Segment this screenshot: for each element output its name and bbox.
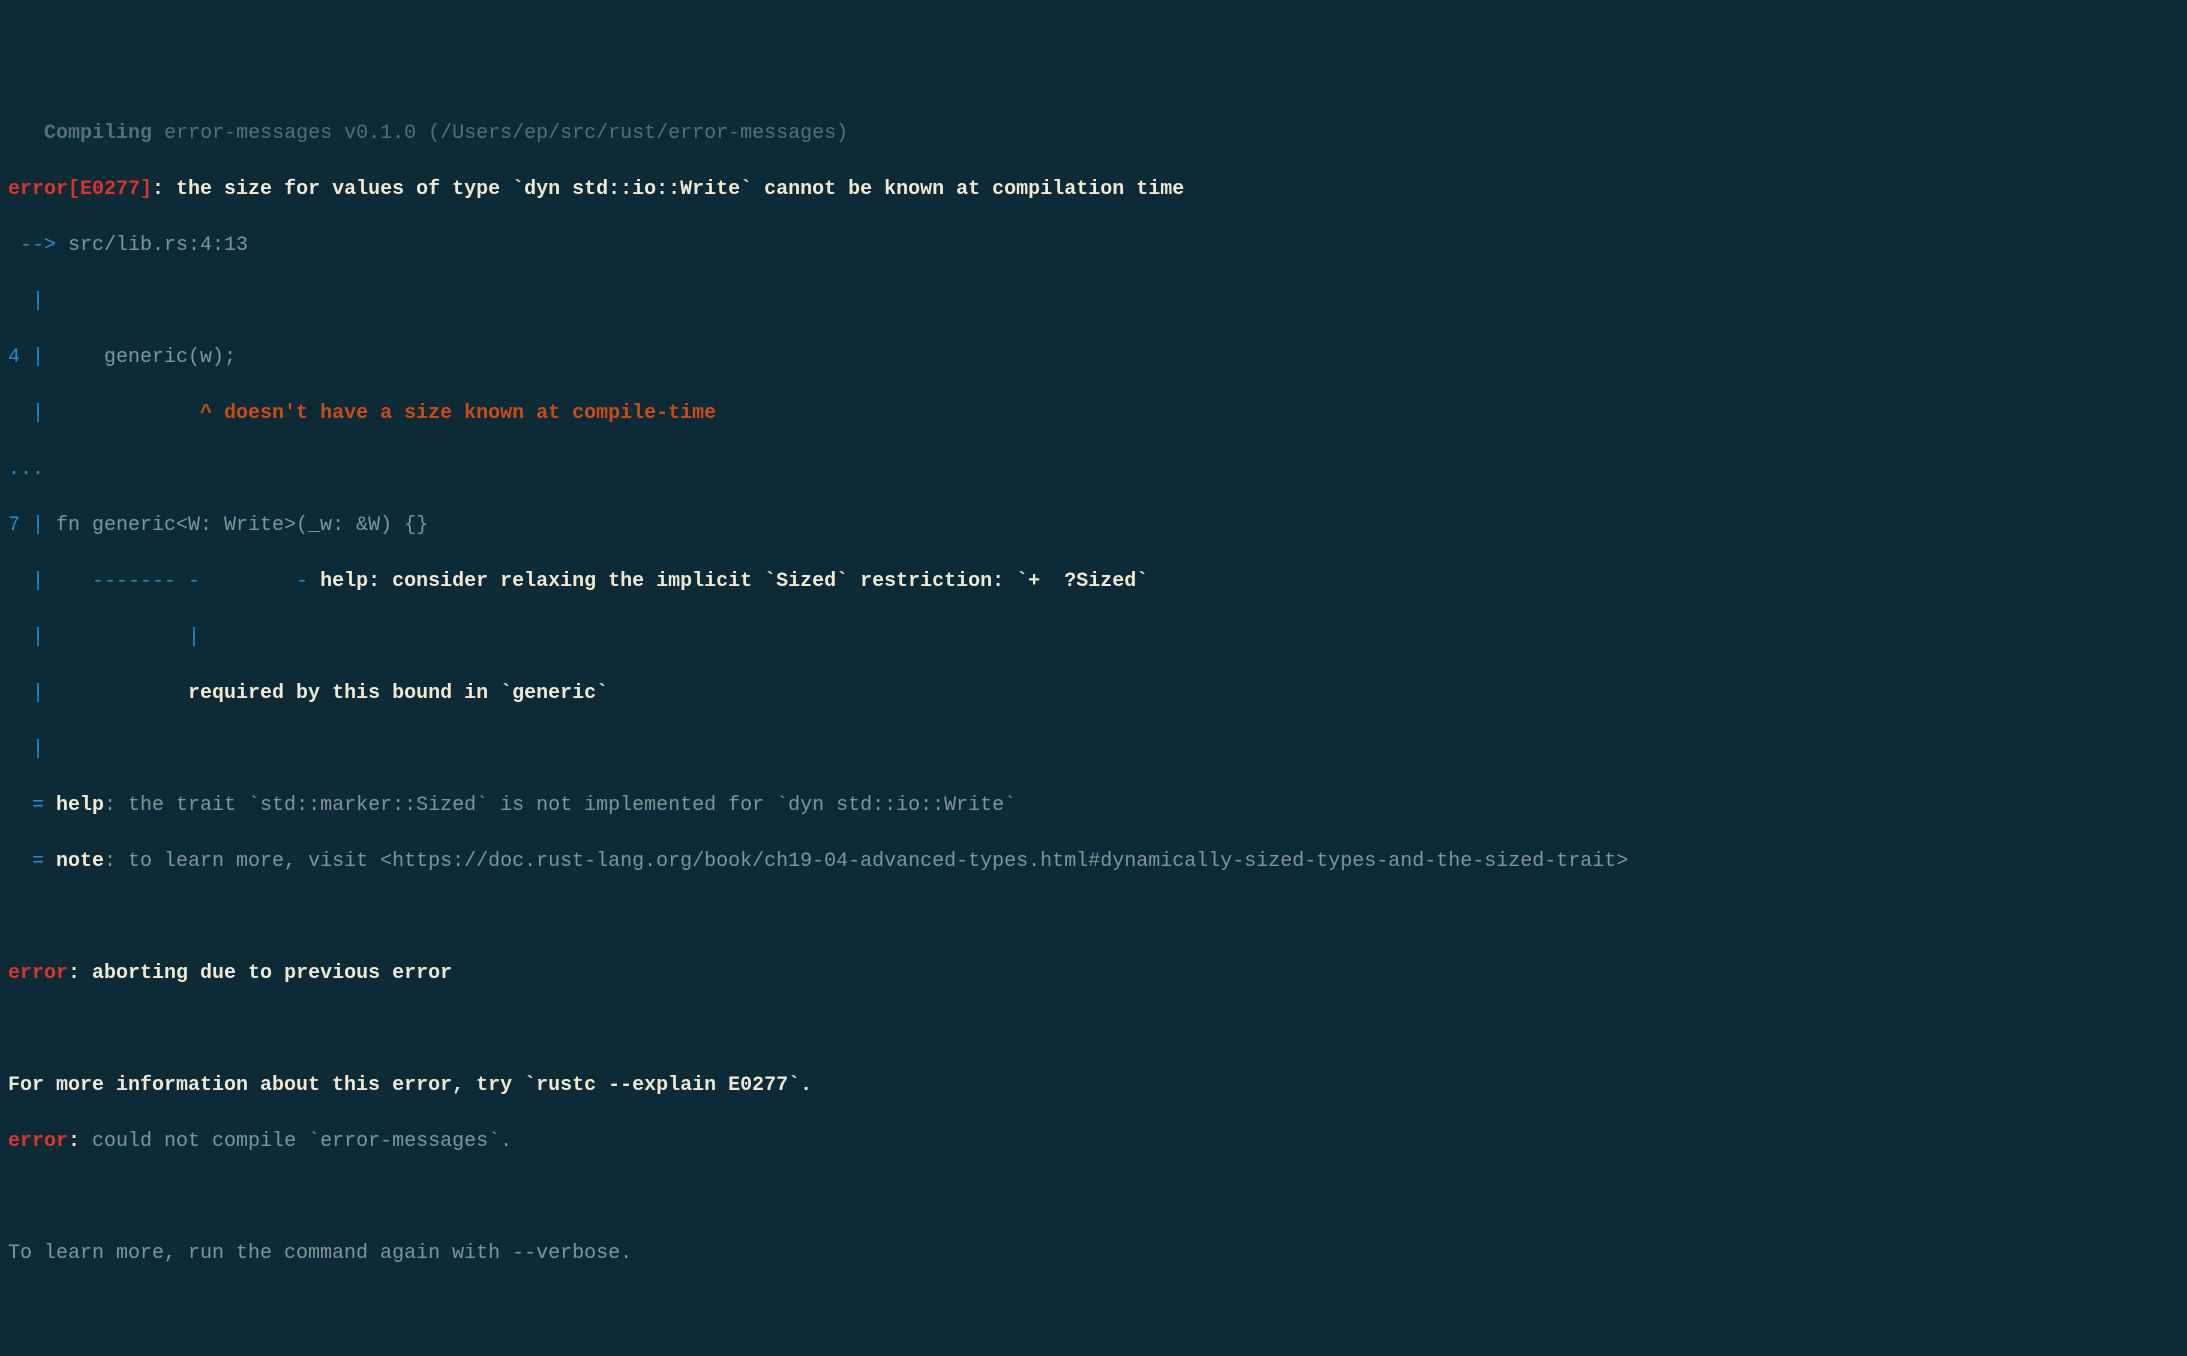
more-info-text: For more information about this error, t… xyxy=(8,1074,812,1097)
note-text: : to learn more, visit <https://doc.rust… xyxy=(104,850,1628,873)
src-line-7-pipe: | | xyxy=(8,624,2179,652)
line-number-7: 7 | xyxy=(8,514,44,537)
verbose-text: To learn more, run the command again wit… xyxy=(8,1242,632,1265)
line-4-code: generic(w); xyxy=(44,346,236,369)
src-line-7: 7 | fn generic<W: Write>(_w: &W) {} xyxy=(8,512,2179,540)
verbose-line: To learn more, run the command again wit… xyxy=(8,1240,2179,1268)
src-line-4: 4 | generic(w); xyxy=(8,344,2179,372)
aborting-error-label: error xyxy=(8,962,68,985)
required-by-msg: required by this bound in `generic` xyxy=(44,682,608,705)
src-line-7-help: | ------- - - help: consider relaxing th… xyxy=(8,568,2179,596)
error-message: the size for values of type `dyn std::io… xyxy=(176,178,1184,201)
compile-error-label: error xyxy=(8,1130,68,1153)
line-number-4: 4 | xyxy=(8,346,44,369)
error-label: error xyxy=(8,178,68,201)
error-colon: : xyxy=(152,178,176,201)
compile-error-line: error: could not compile `error-messages… xyxy=(8,1128,2179,1156)
compiling-label: Compiling xyxy=(44,122,152,145)
caret-indicator: ^ xyxy=(44,402,224,425)
caret-message: doesn't have a size known at compile-tim… xyxy=(224,402,716,425)
aborting-colon: : xyxy=(68,962,92,985)
compiling-package: error-messages v0.1.0 (/Users/ep/src/rus… xyxy=(152,122,848,145)
location-line: --> src/lib.rs:4:13 xyxy=(8,232,2179,260)
help-inline-label: help: xyxy=(320,570,392,593)
note-line: = note: to learn more, visit <https://do… xyxy=(8,848,2179,876)
blank-line-1 xyxy=(8,904,2179,932)
help-label: help xyxy=(44,794,104,817)
connector-pipe: | xyxy=(44,626,200,649)
gutter-pipe-1: | xyxy=(8,288,2179,316)
line-7-code: fn generic<W: Write>(_w: &W) {} xyxy=(44,514,428,537)
aborting-msg: aborting due to previous error xyxy=(92,962,452,985)
error-code: [E0277] xyxy=(68,178,152,201)
compile-error-msg: could not compile `error-messages`. xyxy=(92,1130,512,1153)
ellipsis-line: ... xyxy=(8,456,2179,484)
src-line-4-caret: | ^ doesn't have a size known at compile… xyxy=(8,400,2179,428)
blank-line-2 xyxy=(8,1016,2179,1044)
help-inline-msg: consider relaxing the implicit `Sized` r… xyxy=(392,570,1148,593)
gutter-pipe-2: | xyxy=(8,736,2179,764)
src-line-7-required: | required by this bound in `generic` xyxy=(8,680,2179,708)
underline-dashes: ------- - - xyxy=(44,570,320,593)
help-note-line: = help: the trait `std::marker::Sized` i… xyxy=(8,792,2179,820)
compile-error-colon: : xyxy=(68,1130,92,1153)
compiling-indent xyxy=(8,122,44,145)
more-info-line: For more information about this error, t… xyxy=(8,1072,2179,1100)
aborting-line: error: aborting due to previous error xyxy=(8,960,2179,988)
compiling-line: Compiling error-messages v0.1.0 (/Users/… xyxy=(8,120,2179,148)
blank-line-3 xyxy=(8,1184,2179,1212)
error-header-line: error[E0277]: the size for values of typ… xyxy=(8,176,2179,204)
location-path: src/lib.rs:4:13 xyxy=(56,234,248,257)
note-label: note xyxy=(44,850,104,873)
location-arrow: --> xyxy=(8,234,56,257)
help-text: : the trait `std::marker::Sized` is not … xyxy=(104,794,1016,817)
